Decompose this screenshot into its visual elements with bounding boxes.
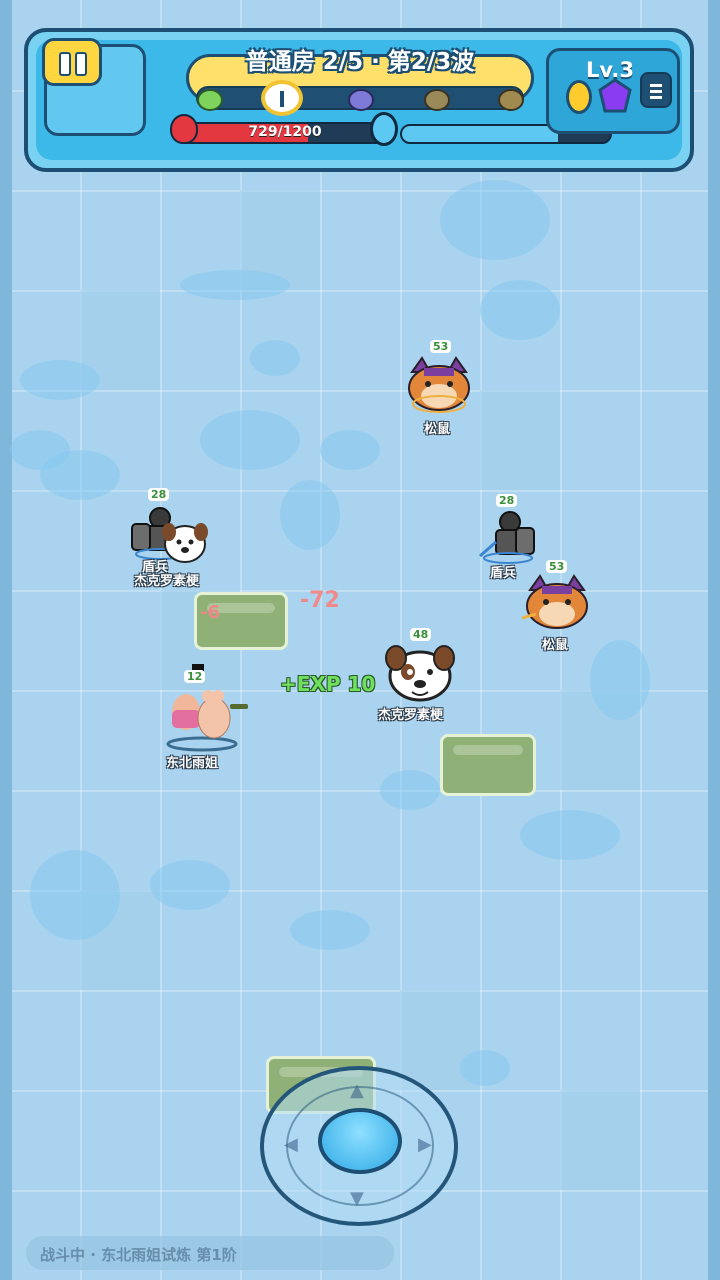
- chest-icon: [498, 89, 524, 111]
- status-text: 战斗中 · 东北雨姐试炼 第1阶: [40, 1246, 237, 1264]
- arrow-right-icon: ▶: [418, 1134, 432, 1155]
- enemy-name-label: 松鼠: [542, 638, 569, 653]
- gem-icon[interactable]: [598, 78, 632, 114]
- arrow-left-icon: ◀: [284, 1134, 298, 1155]
- menu-icon: [650, 96, 662, 99]
- puddle: [40, 450, 120, 500]
- squirrel-icon: [408, 356, 470, 413]
- puddle: [440, 180, 550, 260]
- player-character[interactable]: [162, 662, 252, 752]
- enemy-level-badge: 28: [148, 488, 170, 501]
- joystick-knob[interactable]: [318, 1108, 402, 1174]
- puddle: [320, 430, 380, 470]
- player-sprite-icon: [166, 664, 248, 752]
- current-wave-icon: [261, 80, 303, 116]
- squirrel-icon: [521, 574, 588, 629]
- damage-number: -6: [200, 602, 220, 623]
- puddle: [520, 810, 620, 860]
- puddle: [380, 770, 440, 810]
- pause-icon: [59, 52, 71, 76]
- enemy-shield-soldier[interactable]: [476, 508, 536, 564]
- enemy-squirrel[interactable]: [521, 574, 592, 638]
- arrow-down-icon: ▼: [350, 1188, 364, 1209]
- obstacle-crate: [440, 734, 536, 796]
- enemy-name-label: 盾兵: [490, 566, 517, 581]
- player-level-badge: 12: [184, 670, 206, 683]
- menu-icon: [650, 90, 662, 93]
- enemy-name-label: 松鼠: [424, 422, 451, 437]
- hp-text: 729/1200: [248, 124, 322, 140]
- puddle: [460, 1050, 510, 1086]
- mana-drop-icon: [370, 112, 398, 146]
- damage-number: -72: [300, 588, 340, 613]
- puddle: [150, 860, 230, 910]
- leaf-icon: [197, 89, 223, 111]
- exp-gain-text: +EXP 10: [280, 672, 376, 696]
- puddle: [20, 360, 100, 400]
- puddle: [30, 850, 120, 940]
- pause-button[interactable]: [42, 38, 102, 86]
- enemy-name-label: 杰克罗素梗: [134, 574, 200, 589]
- puddle: [590, 640, 650, 720]
- pause-icon: [75, 52, 87, 76]
- coin-icon[interactable]: [566, 80, 592, 114]
- stage-title: 普通房 2/5 · 第2/3波: [245, 49, 475, 75]
- enemy-level-badge: 48: [410, 628, 432, 641]
- puddle: [180, 270, 290, 300]
- terrier-icon: [385, 645, 455, 702]
- menu-icon: [650, 84, 662, 87]
- arrow-up-icon: ▲: [350, 1080, 364, 1101]
- enemy-level-badge: 28: [496, 494, 518, 507]
- puddle: [480, 280, 560, 340]
- puddle: [280, 480, 340, 550]
- puddle: [290, 910, 370, 950]
- mana-bar-fill: [402, 126, 558, 142]
- puddle: [200, 410, 300, 470]
- menu-button[interactable]: [640, 72, 672, 108]
- shield-soldier-icon: [479, 511, 535, 564]
- player-name-label: 东北雨姐: [166, 756, 219, 771]
- enemy-terrier[interactable]: [384, 644, 456, 704]
- enemy-level-badge: 53: [546, 560, 568, 573]
- enemy-level-badge: 53: [430, 340, 452, 353]
- boss-icon: [424, 89, 450, 111]
- puddle: [250, 340, 300, 376]
- skull-icon: [348, 89, 374, 111]
- enemy-name-label: 杰克罗素梗: [378, 708, 444, 723]
